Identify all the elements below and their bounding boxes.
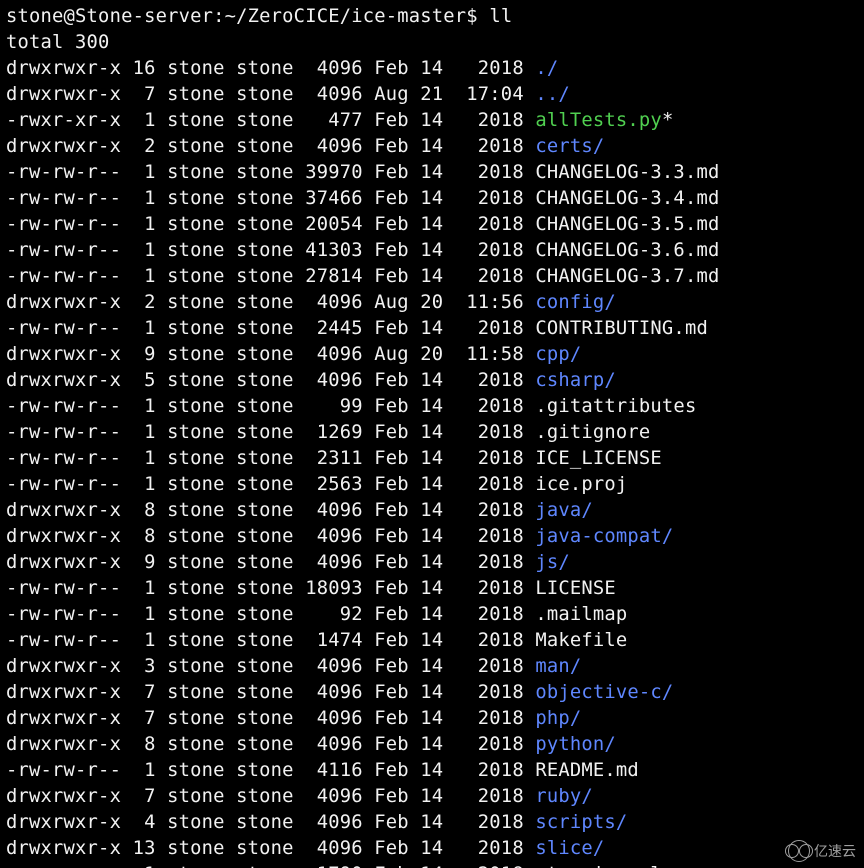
listing-row: drwxrwxr-x 2 stone stone 4096 Feb 14 201… <box>6 136 604 157</box>
file-name: cpp/ <box>535 344 581 365</box>
file-name: java-compat/ <box>535 526 673 547</box>
file-name: config/ <box>535 292 616 313</box>
file-name: .gitattributes <box>535 396 696 417</box>
file-name: CHANGELOG-3.6.md <box>535 240 719 261</box>
listing-row: -rw-rw-r-- 1 stone stone 41303 Feb 14 20… <box>6 240 719 261</box>
prompt-line: stone@Stone-server:~/ZeroCICE/ice-master… <box>6 6 489 27</box>
file-name: scripts/ <box>535 812 627 833</box>
command-text: ll <box>489 6 512 27</box>
listing-row: -rwxr-xr-x 1 stone stone 477 Feb 14 2018… <box>6 110 673 131</box>
listing-row: -rw-rw-r-- 1 stone stone 2311 Feb 14 201… <box>6 448 662 469</box>
file-name: objective-c/ <box>535 682 673 703</box>
listing-row: drwxrwxr-x 7 stone stone 4096 Aug 21 17:… <box>6 84 570 105</box>
watermark-text: 亿速云 <box>814 841 856 861</box>
file-name: .travis.yml <box>535 864 662 868</box>
listing-row: drwxrwxr-x 2 stone stone 4096 Aug 20 11:… <box>6 292 616 313</box>
file-name: ./ <box>535 58 558 79</box>
file-name: README.md <box>535 760 639 781</box>
listing-row: drwxrwxr-x 7 stone stone 4096 Feb 14 201… <box>6 708 581 729</box>
file-name: LICENSE <box>535 578 616 599</box>
listing-row: -rw-rw-r-- 1 stone stone 39970 Feb 14 20… <box>6 162 719 183</box>
file-name: CONTRIBUTING.md <box>535 318 708 339</box>
file-name: .mailmap <box>535 604 627 625</box>
listing-row: drwxrwxr-x 8 stone stone 4096 Feb 14 201… <box>6 500 593 521</box>
listing-row: drwxrwxr-x 9 stone stone 4096 Feb 14 201… <box>6 552 570 573</box>
listing-row: -rw-rw-r-- 1 stone stone 27814 Feb 14 20… <box>6 266 719 287</box>
listing-row: drwxrwxr-x 8 stone stone 4096 Feb 14 201… <box>6 734 616 755</box>
file-name: man/ <box>535 656 581 677</box>
file-name: ice.proj <box>535 474 627 495</box>
listing-row: -rw-rw-r-- 1 stone stone 99 Feb 14 2018 … <box>6 396 696 417</box>
file-name: CHANGELOG-3.4.md <box>535 188 719 209</box>
terminal-output[interactable]: stone@Stone-server:~/ZeroCICE/ice-master… <box>0 0 864 868</box>
listing-row: -rw-rw-r-- 1 stone stone 1790 Feb 14 201… <box>6 864 662 868</box>
listing-row: -rw-rw-r-- 1 stone stone 20054 Feb 14 20… <box>6 214 719 235</box>
file-name: ruby/ <box>535 786 593 807</box>
watermark: 亿速云 <box>788 840 856 862</box>
file-name: csharp/ <box>535 370 616 391</box>
file-name: .gitignore <box>535 422 650 443</box>
listing-row: drwxrwxr-x 5 stone stone 4096 Feb 14 201… <box>6 370 616 391</box>
listing-row: drwxrwxr-x 16 stone stone 4096 Feb 14 20… <box>6 58 558 79</box>
listing-row: -rw-rw-r-- 1 stone stone 2563 Feb 14 201… <box>6 474 627 495</box>
listing-row: drwxrwxr-x 4 stone stone 4096 Feb 14 201… <box>6 812 627 833</box>
file-name: allTests.py <box>535 110 662 131</box>
listing-row: -rw-rw-r-- 1 stone stone 4116 Feb 14 201… <box>6 760 639 781</box>
file-name: python/ <box>535 734 616 755</box>
listing-row: -rw-rw-r-- 1 stone stone 37466 Feb 14 20… <box>6 188 719 209</box>
watermark-logo-icon <box>788 840 810 862</box>
listing-row: -rw-rw-r-- 1 stone stone 1269 Feb 14 201… <box>6 422 650 443</box>
listing-row: drwxrwxr-x 9 stone stone 4096 Aug 20 11:… <box>6 344 581 365</box>
file-name: ICE_LICENSE <box>535 448 662 469</box>
total-line: total 300 <box>6 32 110 53</box>
file-name: CHANGELOG-3.3.md <box>535 162 719 183</box>
listing-row: drwxrwxr-x 7 stone stone 4096 Feb 14 201… <box>6 786 593 807</box>
listing-row: -rw-rw-r-- 1 stone stone 92 Feb 14 2018 … <box>6 604 627 625</box>
file-name: java/ <box>535 500 593 521</box>
file-name: certs/ <box>535 136 604 157</box>
listing-row: -rw-rw-r-- 1 stone stone 18093 Feb 14 20… <box>6 578 616 599</box>
listing-row: drwxrwxr-x 7 stone stone 4096 Feb 14 201… <box>6 682 673 703</box>
listing-row: -rw-rw-r-- 1 stone stone 2445 Feb 14 201… <box>6 318 708 339</box>
file-name: slice/ <box>535 838 604 859</box>
file-name: CHANGELOG-3.5.md <box>535 214 719 235</box>
listing-row: drwxrwxr-x 8 stone stone 4096 Feb 14 201… <box>6 526 673 547</box>
file-name: CHANGELOG-3.7.md <box>535 266 719 287</box>
file-name: ../ <box>535 84 570 105</box>
listing-row: drwxrwxr-x 3 stone stone 4096 Feb 14 201… <box>6 656 581 677</box>
listing-row: -rw-rw-r-- 1 stone stone 1474 Feb 14 201… <box>6 630 627 651</box>
listing-row: drwxrwxr-x 13 stone stone 4096 Feb 14 20… <box>6 838 604 859</box>
file-name: php/ <box>535 708 581 729</box>
file-name: js/ <box>535 552 570 573</box>
file-name: Makefile <box>535 630 627 651</box>
